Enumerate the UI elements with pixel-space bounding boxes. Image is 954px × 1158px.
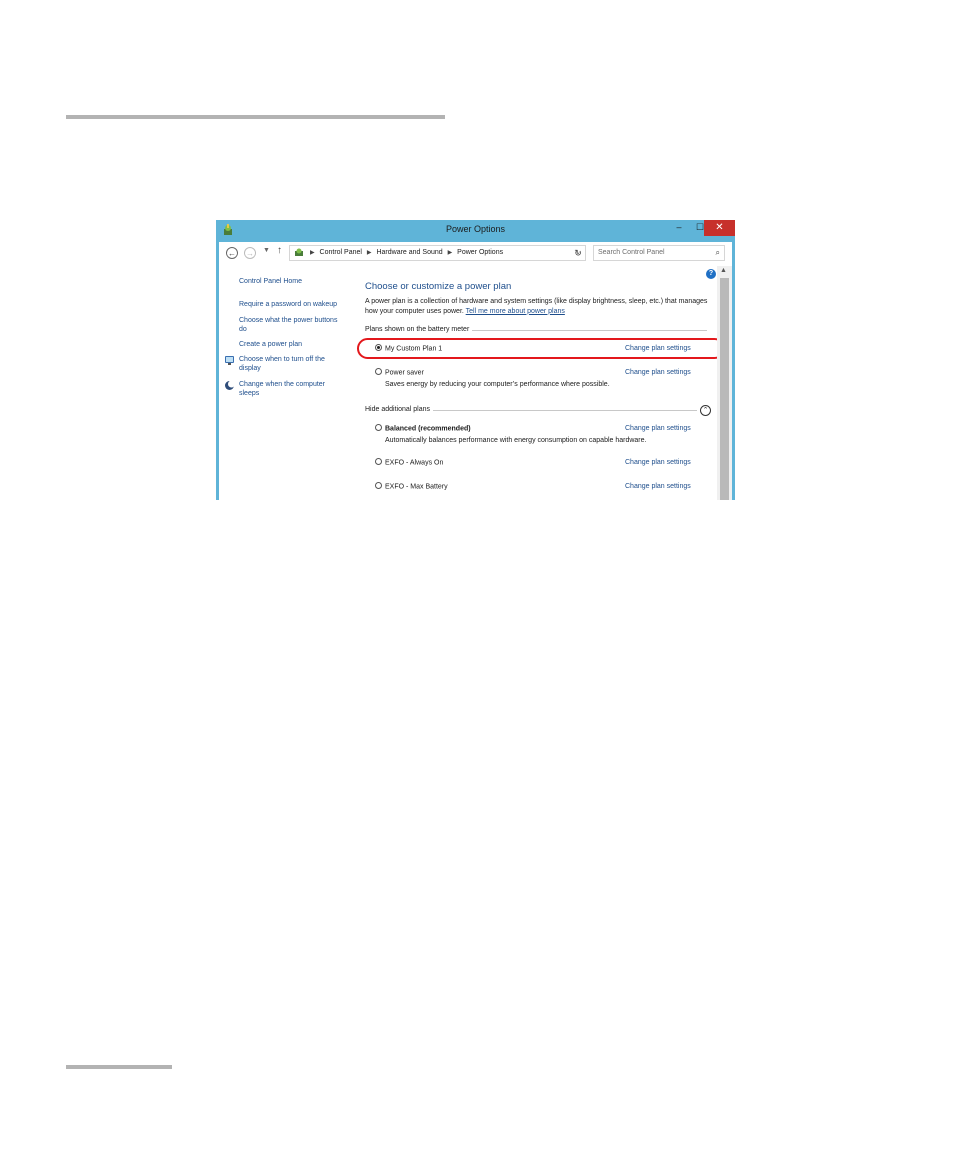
monitor-icon (225, 356, 234, 365)
radio-button[interactable] (375, 424, 382, 431)
page-rule-bottom (66, 1065, 172, 1069)
navigation-bar: ← → ▼ ↑ ▶ Control Panel ▶ Hardware and S… (219, 242, 732, 266)
scroll-up-arrow-icon[interactable]: ▲ (720, 267, 727, 274)
sidebar-item-computer-sleeps[interactable]: Change when the computer sleeps (239, 380, 347, 398)
sidebar-item-control-panel-home[interactable]: Control Panel Home (239, 277, 302, 286)
hide-additional-plans-heading[interactable]: Hide additional plans (365, 406, 433, 413)
refresh-icon[interactable]: ↻ (569, 245, 587, 261)
search-icon[interactable]: ⌕ (716, 246, 720, 260)
radio-button-selected[interactable] (375, 344, 382, 351)
breadcrumb-separator-icon: ▶ (309, 250, 315, 256)
change-plan-settings-link[interactable]: Change plan settings (625, 483, 691, 490)
search-input[interactable]: Search Control Panel ⌕ (593, 245, 725, 261)
plan-exfo-always-on[interactable]: EXFO - Always On (375, 458, 444, 467)
plan-my-custom-plan-1[interactable]: My Custom Plan 1 (375, 344, 443, 353)
plan-power-saver[interactable]: Power saver (375, 368, 424, 377)
radio-button[interactable] (375, 368, 382, 375)
main-panel: ? Choose or customize a power plan A pow… (357, 266, 725, 500)
moon-icon (225, 380, 235, 390)
plan-name: Balanced (recommended) (385, 425, 471, 433)
title-bar[interactable]: Power Options – ☐ ✕ (216, 220, 735, 241)
plan-description: Automatically balances performance with … (385, 437, 647, 444)
plan-description: Saves energy by reducing your computer’s… (385, 381, 610, 388)
close-button[interactable]: ✕ (704, 220, 735, 236)
plan-name: My Custom Plan 1 (385, 345, 443, 353)
window-title: Power Options (445, 224, 506, 234)
breadcrumb-control-panel[interactable]: Control Panel (320, 249, 362, 256)
search-placeholder: Search Control Panel (598, 249, 665, 256)
change-plan-settings-link[interactable]: Change plan settings (625, 369, 691, 376)
page-title: Choose or customize a power plan (365, 281, 512, 292)
back-arrow-icon[interactable]: ← (226, 247, 238, 259)
breadcrumb-separator-icon: ▶ (366, 250, 372, 256)
breadcrumb-separator-icon: ▶ (447, 250, 453, 256)
radio-button[interactable] (375, 482, 382, 489)
sidebar-item-turn-off-display[interactable]: Choose when to turn off the display (239, 355, 347, 373)
sidebar: Control Panel Home Require a password on… (219, 266, 357, 500)
battery-plans-heading: Plans shown on the battery meter (365, 326, 473, 333)
sidebar-item-require-password[interactable]: Require a password on wakeup (239, 300, 337, 309)
scrollbar-thumb[interactable] (720, 278, 729, 500)
forward-arrow-icon[interactable]: → (244, 247, 256, 259)
control-panel-icon (295, 248, 303, 257)
up-arrow-icon[interactable]: ↑ (277, 245, 282, 256)
vertical-scrollbar[interactable]: ▲ (717, 266, 732, 500)
plan-name: EXFO - Max Battery (385, 483, 448, 491)
content-area: Control Panel Home Require a password on… (219, 266, 732, 500)
sidebar-item-power-buttons[interactable]: Choose what the power buttons do (239, 316, 339, 334)
tell-me-more-link[interactable]: Tell me more about power plans (466, 308, 565, 315)
sidebar-item-create-plan[interactable]: Create a power plan (239, 340, 302, 349)
address-bar[interactable]: ▶ Control Panel ▶ Hardware and Sound ▶ P… (289, 245, 586, 261)
radio-button[interactable] (375, 458, 382, 465)
plan-name: Power saver (385, 369, 424, 377)
change-plan-settings-link[interactable]: Change plan settings (625, 345, 691, 352)
plan-name: EXFO - Always On (385, 459, 444, 467)
page-rule-top (66, 115, 445, 119)
page-description: A power plan is a collection of hardware… (365, 297, 713, 316)
change-plan-settings-link[interactable]: Change plan settings (625, 459, 691, 466)
plan-balanced[interactable]: Balanced (recommended) (375, 424, 471, 433)
plan-exfo-max-battery[interactable]: EXFO - Max Battery (375, 482, 448, 491)
change-plan-settings-link[interactable]: Change plan settings (625, 425, 691, 432)
breadcrumb-power-options[interactable]: Power Options (457, 249, 503, 256)
recent-locations-chevron-icon[interactable]: ▼ (263, 247, 270, 254)
minimize-button[interactable]: – (668, 220, 690, 236)
help-icon[interactable]: ? (706, 269, 716, 279)
breadcrumb-hardware-and-sound[interactable]: Hardware and Sound (376, 249, 442, 256)
collapse-chevron-up-icon[interactable]: ⌃ (700, 405, 711, 416)
power-options-window: Power Options – ☐ ✕ ← → ▼ ↑ ▶ Control Pa… (216, 220, 735, 500)
